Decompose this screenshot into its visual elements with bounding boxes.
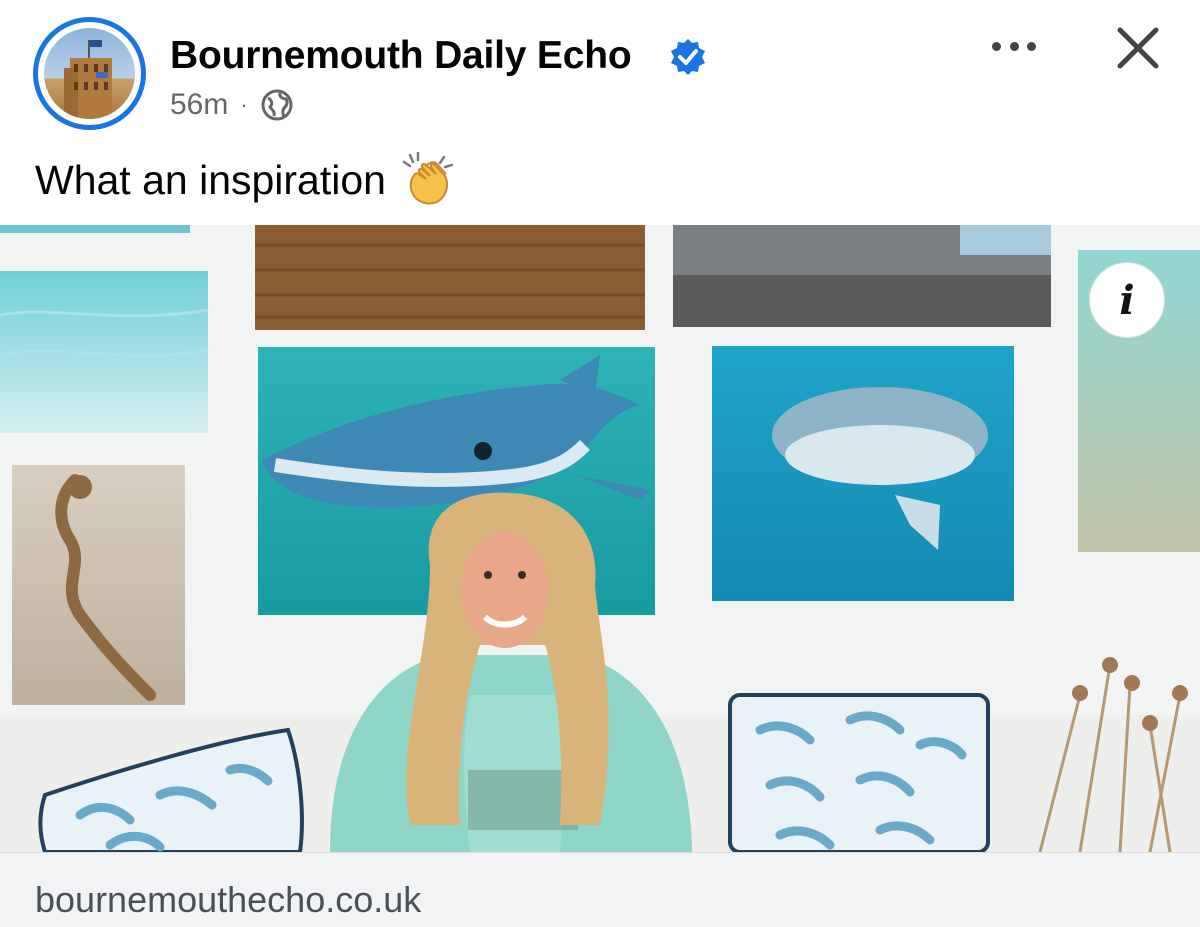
page-avatar[interactable] [33, 17, 146, 130]
caption-text: What an inspiration [35, 156, 386, 203]
timestamp[interactable]: 56m [170, 88, 228, 122]
close-icon[interactable] [1110, 20, 1166, 76]
link-domain[interactable]: bournemouthecho.co.uk [35, 879, 421, 921]
more-dot [1009, 41, 1019, 51]
more-dot [1027, 41, 1036, 51]
verified-badge-icon [671, 39, 705, 75]
photo-illustration [0, 225, 1200, 852]
post-photo[interactable] [0, 225, 1200, 852]
clapping-hands-icon [402, 152, 454, 205]
post-meta: 56m · [170, 88, 294, 122]
globe-icon [261, 89, 293, 121]
post-header: Bournemouth Daily Echo 56m · What an ins… [0, 0, 1200, 225]
info-button[interactable]: i [1089, 262, 1165, 338]
more-options-button[interactable] [988, 28, 1040, 64]
more-dot [992, 41, 1001, 51]
page-name[interactable]: Bournemouth Daily Echo [170, 34, 632, 78]
meta-separator: · [240, 92, 248, 117]
avatar-image [44, 28, 135, 119]
post-caption: What an inspiration [35, 152, 456, 208]
